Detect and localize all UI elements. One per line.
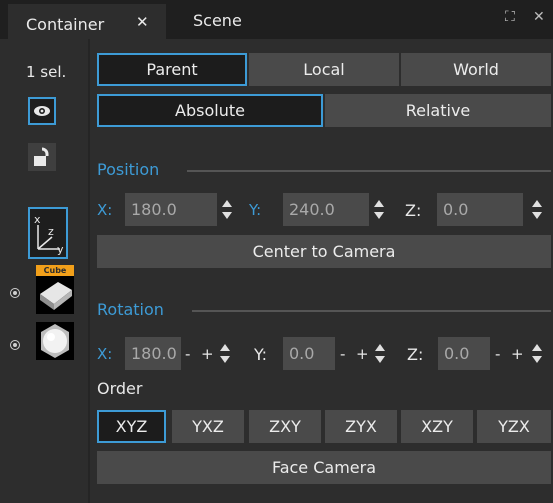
cube-radio[interactable] xyxy=(10,288,20,298)
rotation-y-minus[interactable]: - xyxy=(340,345,345,363)
position-rule xyxy=(187,170,551,172)
order-xyz-button[interactable]: XYZ xyxy=(97,410,166,443)
sphere-radio[interactable] xyxy=(10,340,20,350)
rotation-y-field[interactable]: 0.0 xyxy=(283,337,335,370)
rotation-rule xyxy=(192,310,551,312)
order-zxy-button[interactable]: ZXY xyxy=(249,410,321,443)
sphere-icon xyxy=(41,324,69,358)
svg-text:x: x xyxy=(34,213,41,226)
svg-text:y: y xyxy=(57,243,64,256)
lock-toggle[interactable] xyxy=(28,143,56,171)
axis-gizmo-button[interactable]: x z y xyxy=(28,207,68,259)
order-zyx-button[interactable]: ZYX xyxy=(325,410,397,443)
order-xzy-button[interactable]: XZY xyxy=(401,410,473,443)
position-y-label: Y: xyxy=(249,201,262,219)
rotation-y-spinner[interactable] xyxy=(372,337,388,370)
position-y-spinner[interactable] xyxy=(371,193,387,226)
visibility-toggle[interactable] xyxy=(28,97,56,125)
order-label: Order xyxy=(97,379,143,398)
face-camera-button[interactable]: Face Camera xyxy=(97,451,551,484)
parent-button[interactable]: Parent xyxy=(97,53,247,86)
maximize-icon[interactable]: ⛶ xyxy=(505,9,515,25)
tab-bar: Container ✕ Scene ⛶ ✕ xyxy=(0,0,553,39)
selection-count: 1 sel. xyxy=(26,63,67,81)
unlock-icon xyxy=(34,147,49,166)
rotation-x-spinner[interactable] xyxy=(217,337,233,370)
position-z-label: Z: xyxy=(405,201,422,220)
relative-button[interactable]: Relative xyxy=(325,94,551,127)
rotation-z-minus[interactable]: - xyxy=(495,345,500,363)
local-button[interactable]: Local xyxy=(249,53,399,86)
position-z-field[interactable]: 0.0 xyxy=(437,193,523,226)
position-x-spinner[interactable] xyxy=(219,193,235,226)
tab-container[interactable]: Container ✕ xyxy=(8,4,166,39)
cube-icon xyxy=(40,282,72,310)
rotation-x-label: X: xyxy=(97,345,113,363)
rotation-z-spinner[interactable] xyxy=(529,337,545,370)
tab-container-label: Container xyxy=(26,15,105,34)
rotation-z-plus[interactable]: + xyxy=(511,345,524,363)
order-yzx-button[interactable]: YZX xyxy=(477,410,551,443)
eye-icon xyxy=(34,106,50,116)
rotation-y-plus[interactable]: + xyxy=(356,345,369,363)
rotation-y-label: Y: xyxy=(254,345,268,364)
panel-divider xyxy=(88,39,90,503)
position-x-label: X: xyxy=(97,201,113,219)
world-button[interactable]: World xyxy=(401,53,551,86)
position-z-spinner[interactable] xyxy=(529,193,545,226)
center-to-camera-button[interactable]: Center to Camera xyxy=(97,235,551,268)
axis-gizmo-icon: x z y xyxy=(34,213,64,256)
rotation-z-field[interactable]: 0.0 xyxy=(438,337,490,370)
close-icon[interactable]: ✕ xyxy=(136,13,149,31)
position-y-field[interactable]: 240.0 xyxy=(283,193,369,226)
position-x-field[interactable]: 180.0 xyxy=(125,193,217,226)
cube-thumbnail[interactable] xyxy=(36,276,74,314)
close-panel-icon[interactable]: ✕ xyxy=(533,9,545,25)
rotation-heading: Rotation xyxy=(97,300,164,319)
tab-scene[interactable]: Scene xyxy=(193,11,242,30)
rotation-z-label: Z: xyxy=(407,345,424,364)
svg-text:z: z xyxy=(48,225,54,238)
rotation-x-plus[interactable]: + xyxy=(201,345,214,363)
sphere-thumbnail[interactable] xyxy=(36,322,74,360)
rotation-x-minus[interactable]: - xyxy=(185,345,190,363)
rotation-x-field[interactable]: 180.0 xyxy=(125,337,181,370)
position-heading: Position xyxy=(97,160,160,179)
absolute-button[interactable]: Absolute xyxy=(97,94,323,127)
cube-tag: Cube xyxy=(36,265,74,276)
object-sidebar: 1 sel. x z y Cube xyxy=(8,39,88,503)
order-yxz-button[interactable]: YXZ xyxy=(172,410,244,443)
